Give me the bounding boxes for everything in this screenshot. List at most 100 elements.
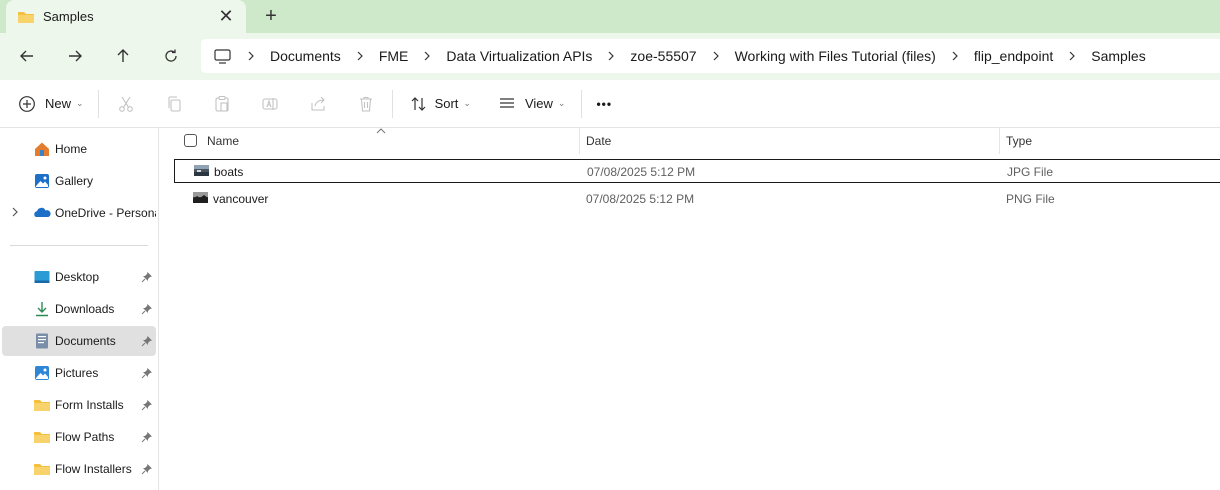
cut-button[interactable] (114, 88, 138, 120)
copy-button[interactable] (162, 88, 186, 120)
pin-icon[interactable] (141, 367, 153, 379)
chevron-right-icon[interactable] (423, 51, 431, 61)
pin-icon[interactable] (141, 431, 153, 443)
sidebar-item-label: Pictures (55, 366, 99, 380)
sidebar-item-label: Flow Installers (55, 462, 132, 476)
documents-icon (33, 332, 51, 350)
toolbar-divider (391, 89, 393, 118)
tab-title: Samples (43, 9, 94, 24)
column-header-name[interactable]: Name (207, 128, 239, 154)
forward-button[interactable] (60, 42, 90, 70)
chevron-down-icon: ⌄ (557, 98, 566, 108)
onedrive-icon (33, 204, 51, 222)
breadcrumb-documents[interactable]: Documents (270, 48, 341, 64)
image-file-icon (194, 165, 209, 176)
sidebar-item-label: Downloads (55, 302, 115, 316)
sidebar-item-desktop[interactable]: Desktop (2, 262, 156, 292)
toolbar-divider (97, 89, 99, 118)
sidebar-item-label: Home (55, 142, 88, 156)
share-button[interactable] (306, 88, 330, 120)
sort-button[interactable]: Sort ⌄ (407, 88, 471, 120)
pictures-icon (33, 364, 51, 382)
this-pc-icon[interactable] (214, 48, 231, 64)
sidebar-item-pictures[interactable]: Pictures (2, 358, 156, 388)
pin-icon[interactable] (141, 303, 153, 315)
sidebar-item-label: Desktop (55, 270, 100, 284)
sort-label: Sort (434, 96, 459, 111)
pin-icon[interactable] (141, 463, 153, 475)
column-header-date[interactable]: Date (586, 128, 611, 154)
breadcrumb-fme[interactable]: FME (379, 48, 409, 64)
chevron-right-icon[interactable] (951, 51, 959, 61)
chevron-right-icon[interactable] (607, 51, 615, 61)
file-row-boats[interactable]: boats 07/08/2025 5:12 PM JPG File (174, 159, 1220, 183)
new-button[interactable]: New ⌄ (15, 88, 84, 120)
close-tab-icon[interactable]: ✕ (212, 3, 240, 31)
rename-icon (258, 92, 282, 116)
column-divider[interactable] (999, 128, 1000, 154)
select-all-checkbox[interactable] (184, 134, 197, 147)
file-type: PNG File (1006, 192, 1055, 206)
chevron-down-icon: ⌄ (463, 98, 471, 108)
sidebar-item-flow-paths[interactable]: Flow Paths (2, 422, 156, 452)
back-button[interactable] (12, 42, 42, 70)
pin-icon[interactable] (141, 399, 153, 411)
folder-icon (33, 396, 51, 414)
sidebar-item-documents[interactable]: Documents (2, 326, 156, 356)
scissors-icon (114, 92, 138, 116)
breadcrumb-working-with-files[interactable]: Working with Files Tutorial (files) (735, 48, 936, 64)
chevron-right-icon[interactable] (1068, 51, 1076, 61)
new-tab-button[interactable]: + (258, 3, 284, 29)
tab-samples[interactable]: Samples ✕ (6, 0, 246, 33)
trash-icon (354, 92, 378, 116)
delete-button[interactable] (354, 88, 378, 120)
chevron-right-icon[interactable] (712, 51, 720, 61)
home-icon (33, 140, 51, 158)
address-row: Documents FME Data Virtualization APIs z… (0, 33, 1220, 80)
file-row-vancouver[interactable]: vancouver 07/08/2025 5:12 PM PNG File (174, 187, 1220, 211)
sidebar-item-label: Form Installs (55, 398, 124, 412)
sidebar-item-downloads[interactable]: Downloads (2, 294, 156, 324)
new-label: New (45, 96, 72, 111)
navigation-pane: Home Gallery OneDrive - Persona Desktop … (0, 128, 159, 490)
refresh-icon (165, 49, 177, 62)
title-bar: Samples ✕ + (0, 0, 1220, 33)
sidebar-item-home[interactable]: Home (2, 134, 156, 164)
view-list-icon (495, 92, 519, 116)
sort-icon (407, 92, 431, 116)
refresh-button[interactable] (156, 42, 186, 70)
chevron-right-icon[interactable] (11, 207, 19, 220)
column-header-type[interactable]: Type (1006, 128, 1032, 154)
column-divider[interactable] (579, 128, 580, 154)
pin-icon[interactable] (141, 271, 153, 283)
breadcrumb-samples[interactable]: Samples (1091, 48, 1145, 64)
breadcrumb-flip-endpoint[interactable]: flip_endpoint (974, 48, 1053, 64)
address-bar[interactable]: Documents FME Data Virtualization APIs z… (201, 39, 1220, 73)
file-list: Name Date Type boats 07/08/2025 5:12 PM … (160, 128, 1220, 490)
file-date: 07/08/2025 5:12 PM (587, 165, 696, 179)
sidebar-item-flow-installers[interactable]: Flow Installers (2, 454, 156, 484)
sidebar-item-onedrive[interactable]: OneDrive - Persona (2, 198, 156, 228)
file-type: JPG File (1007, 165, 1054, 179)
breadcrumb-zoe[interactable]: zoe-55507 (630, 48, 696, 64)
share-icon (306, 92, 330, 116)
sort-ascending-icon (376, 126, 386, 137)
rename-button[interactable] (258, 88, 282, 120)
up-button[interactable] (108, 42, 138, 70)
arrow-right-icon (69, 50, 82, 62)
arrow-left-icon (20, 50, 33, 62)
view-button[interactable]: View ⌄ (495, 88, 566, 120)
pin-icon[interactable] (141, 335, 153, 347)
sidebar-item-form-installs[interactable]: Form Installs (2, 390, 156, 420)
chevron-right-icon[interactable] (356, 51, 364, 61)
clipboard-icon (210, 92, 234, 116)
plus-circle-icon (15, 92, 39, 116)
paste-button[interactable] (210, 88, 234, 120)
download-icon (33, 300, 51, 318)
breadcrumb-data-virtualization-apis[interactable]: Data Virtualization APIs (446, 48, 592, 64)
arrow-up-icon (117, 49, 129, 62)
file-date: 07/08/2025 5:12 PM (586, 192, 695, 206)
sidebar-item-gallery[interactable]: Gallery (2, 166, 156, 196)
more-options-button[interactable]: ••• (596, 88, 612, 120)
chevron-right-icon[interactable] (247, 51, 255, 61)
